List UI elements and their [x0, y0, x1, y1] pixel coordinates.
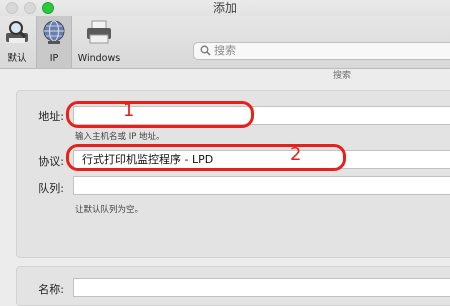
tool-default[interactable]: 默认 [0, 16, 34, 68]
tool-windows-label: Windows [77, 53, 121, 64]
tool-windows[interactable]: Windows [74, 16, 124, 68]
address-label: 地址: [38, 110, 64, 123]
name-input[interactable] [73, 278, 450, 297]
queue-input[interactable] [73, 176, 450, 195]
globe-icon [43, 20, 65, 44]
search-field[interactable]: 搜索 [193, 42, 450, 60]
tool-default-label: 默认 [7, 53, 27, 64]
toolbar: 默认 IP Windows 搜索 搜索 [0, 16, 450, 81]
annotation-oval-1 [66, 101, 254, 128]
magnifier-printer-icon [6, 21, 28, 43]
queue-hint: 让默认队列为空。 [75, 205, 144, 215]
annotation-oval-2 [66, 144, 346, 171]
name-label: 名称: [38, 283, 64, 296]
window-title: 添加 [212, 1, 237, 15]
search-caption: 搜索 [333, 71, 352, 81]
queue-label: 队列: [38, 182, 64, 195]
search-icon [200, 45, 211, 56]
title-bar: 添加 [0, 0, 450, 16]
search-placeholder: 搜索 [214, 44, 236, 57]
tool-ip[interactable]: IP [36, 16, 72, 68]
printer-icon [87, 20, 111, 44]
annotation-number-1: 1 [123, 100, 135, 121]
protocol-label: 协议: [38, 155, 64, 168]
annotation-number-2: 2 [290, 144, 302, 165]
address-hint: 输入主机名或 IP 地址。 [75, 132, 165, 142]
tool-ip-label: IP [49, 53, 59, 64]
